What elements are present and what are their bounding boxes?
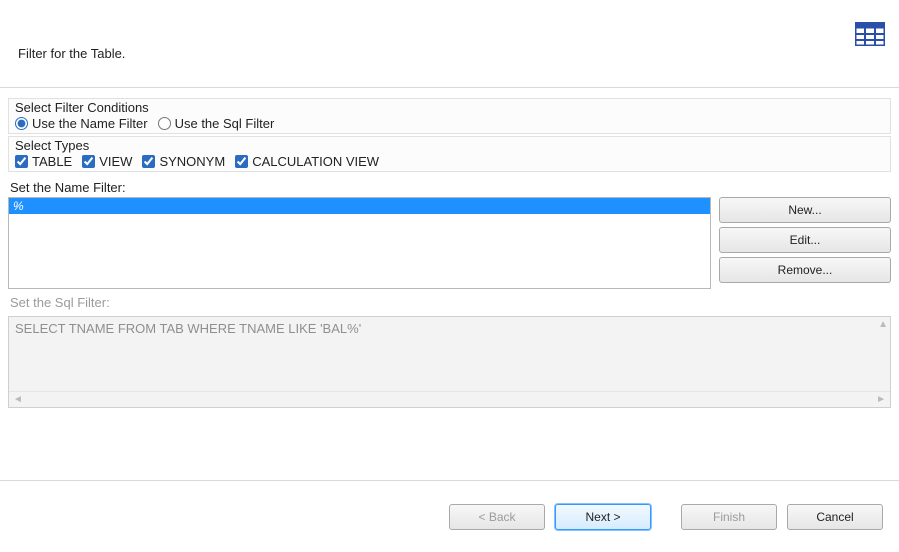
- type-synonym-label: SYNONYM: [159, 154, 225, 169]
- select-types-checks: TABLE VIEW SYNONYM CALCULATION VIEW: [13, 154, 886, 169]
- wizard-header: Filter for the Table.: [0, 0, 899, 88]
- select-types-label: Select Types: [15, 138, 886, 153]
- name-filter-row: % New... Edit... Remove...: [8, 197, 891, 289]
- wizard-footer: < Back Next > Finish Cancel: [0, 480, 899, 552]
- type-table-check[interactable]: TABLE: [15, 154, 72, 169]
- sql-filter-textarea: SELECT TNAME FROM TAB WHERE TNAME LIKE '…: [9, 317, 890, 391]
- sql-filter-text: SELECT TNAME FROM TAB WHERE TNAME LIKE '…: [15, 321, 361, 336]
- type-synonym-check-input[interactable]: [142, 155, 155, 168]
- name-filter-item[interactable]: %: [9, 198, 710, 214]
- sql-filter-box: SELECT TNAME FROM TAB WHERE TNAME LIKE '…: [8, 316, 891, 408]
- type-calcview-check[interactable]: CALCULATION VIEW: [235, 154, 379, 169]
- page-title: Filter for the Table.: [18, 46, 125, 61]
- use-sql-filter-label: Use the Sql Filter: [175, 116, 275, 131]
- type-table-label: TABLE: [32, 154, 72, 169]
- new-button[interactable]: New...: [719, 197, 891, 223]
- use-sql-filter-radio[interactable]: Use the Sql Filter: [158, 116, 275, 131]
- scroll-up-icon: ▲: [878, 319, 888, 330]
- name-filter-label: Set the Name Filter:: [10, 180, 891, 195]
- wizard-page: Filter for the Table. Select Filter Cond…: [0, 0, 899, 552]
- filter-conditions-label: Select Filter Conditions: [15, 100, 886, 115]
- name-filter-buttons: New... Edit... Remove...: [719, 197, 891, 289]
- use-name-filter-radio-input[interactable]: [15, 117, 28, 130]
- edit-button[interactable]: Edit...: [719, 227, 891, 253]
- name-filter-list[interactable]: %: [8, 197, 711, 289]
- wizard-body: Select Filter Conditions Use the Name Fi…: [0, 88, 899, 480]
- type-calcview-label: CALCULATION VIEW: [252, 154, 379, 169]
- filter-conditions-radios: Use the Name Filter Use the Sql Filter: [13, 116, 886, 131]
- use-name-filter-radio[interactable]: Use the Name Filter: [15, 116, 148, 131]
- type-calcview-check-input[interactable]: [235, 155, 248, 168]
- sql-filter-label: Set the Sql Filter:: [10, 295, 891, 310]
- sql-filter-hscrollbar: ◄ ►: [9, 391, 890, 407]
- type-view-check-input[interactable]: [82, 155, 95, 168]
- back-button[interactable]: < Back: [449, 504, 545, 530]
- type-synonym-check[interactable]: SYNONYM: [142, 154, 225, 169]
- table-icon: [855, 22, 885, 49]
- type-view-check[interactable]: VIEW: [82, 154, 132, 169]
- type-table-check-input[interactable]: [15, 155, 28, 168]
- use-name-filter-label: Use the Name Filter: [32, 116, 148, 131]
- type-view-label: VIEW: [99, 154, 132, 169]
- scroll-left-icon: ◄: [13, 394, 23, 405]
- next-button[interactable]: Next >: [555, 504, 651, 530]
- finish-button[interactable]: Finish: [681, 504, 777, 530]
- scroll-right-icon: ►: [876, 394, 886, 405]
- remove-button[interactable]: Remove...: [719, 257, 891, 283]
- use-sql-filter-radio-input[interactable]: [158, 117, 171, 130]
- select-types-group: Select Types TABLE VIEW SYNONYM CALCULAT…: [8, 136, 891, 172]
- filter-conditions-group: Select Filter Conditions Use the Name Fi…: [8, 98, 891, 134]
- cancel-button[interactable]: Cancel: [787, 504, 883, 530]
